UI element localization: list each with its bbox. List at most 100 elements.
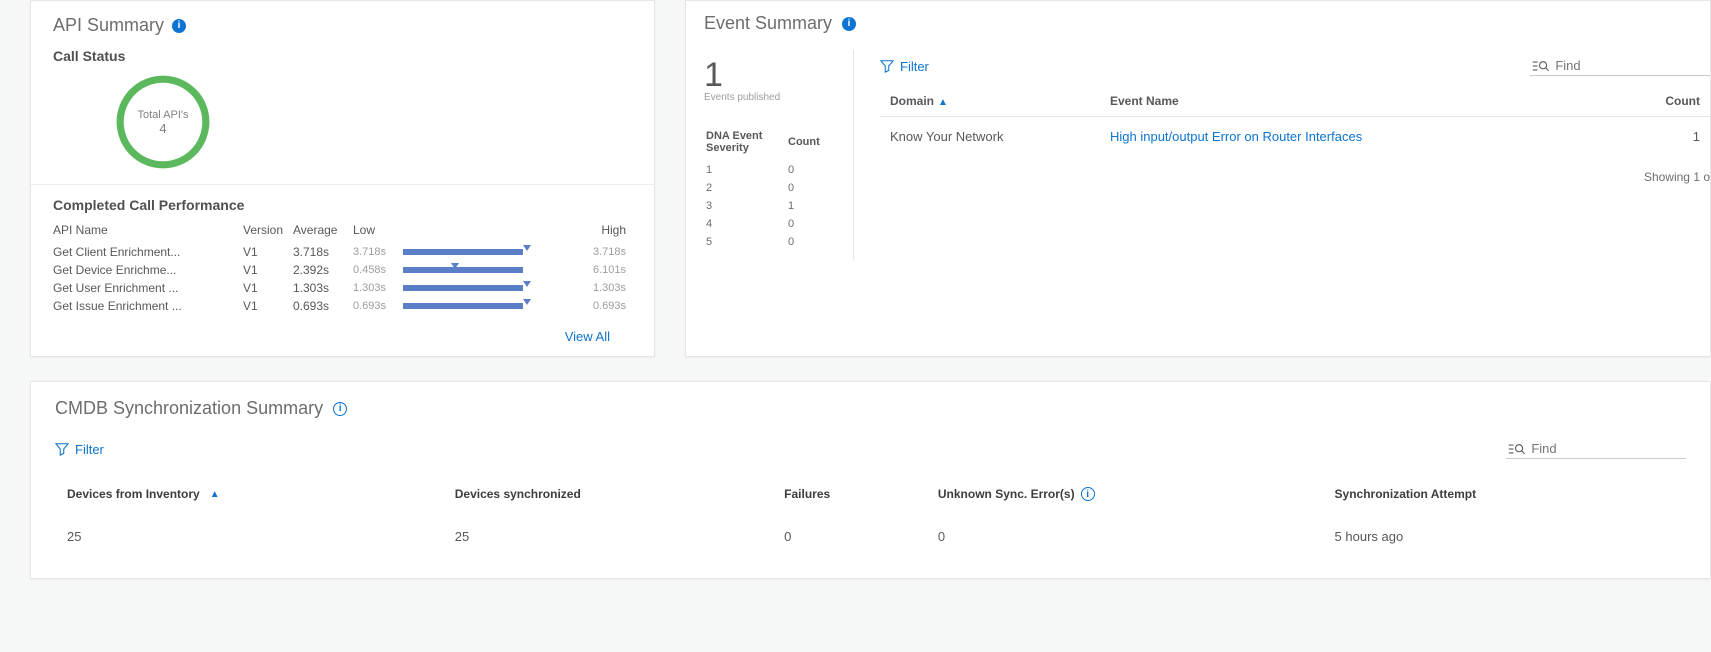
th-count[interactable]: Count: [1640, 86, 1710, 117]
events-published-count: 1: [704, 58, 841, 92]
info-icon[interactable]: i: [842, 17, 856, 31]
table-row: 50: [706, 234, 839, 250]
cell-api-name: Get Issue Enrichment ...: [53, 297, 243, 315]
cell-average: 1.303s: [293, 279, 353, 297]
donut-label: Total API's: [137, 109, 188, 121]
cell-sev-count: 1: [788, 198, 839, 214]
cell-range-bar: [403, 297, 533, 315]
th-version[interactable]: Version: [243, 221, 293, 243]
cell-version: V1: [243, 243, 293, 261]
filter-label: Filter: [75, 442, 104, 457]
filter-label: Filter: [900, 59, 929, 74]
cell-count: 1: [1640, 117, 1710, 157]
find-list-icon: [1532, 59, 1549, 73]
cmdb-title: CMDB Synchronization Summary: [55, 398, 323, 419]
cell-unknown: 0: [926, 511, 1323, 548]
cmdb-table: Devices from Inventory▲ Devices synchron…: [55, 477, 1686, 548]
cell-inventory: 25: [55, 511, 443, 548]
cell-low: 0.458s: [353, 261, 403, 279]
cell-average: 3.718s: [293, 243, 353, 261]
cell-severity: 3: [706, 198, 786, 214]
table-row: 31: [706, 198, 839, 214]
event-summary-card: Event Summary i 1 Events published DNA E…: [685, 0, 1711, 357]
th-failures[interactable]: Failures: [772, 477, 926, 511]
cell-synced: 25: [443, 511, 772, 548]
cell-event-name: High input/output Error on Router Interf…: [1100, 117, 1640, 157]
th-high[interactable]: High: [533, 221, 632, 243]
sort-asc-icon: ▲: [210, 489, 220, 500]
cell-range-bar: [403, 243, 533, 261]
cell-api-name: Get User Enrichment ...: [53, 279, 243, 297]
info-icon[interactable]: i: [1081, 487, 1095, 501]
cell-sev-count: 0: [788, 216, 839, 232]
cell-domain: Know Your Network: [880, 117, 1100, 157]
cell-high: 6.101s: [533, 261, 632, 279]
cell-version: V1: [243, 279, 293, 297]
cell-sev-count: 0: [788, 234, 839, 250]
cell-severity: 2: [706, 180, 786, 196]
cell-average: 0.693s: [293, 297, 353, 315]
event-link[interactable]: High input/output Error on Router Interf…: [1110, 129, 1362, 144]
info-icon[interactable]: i: [172, 19, 186, 33]
cell-range-bar: [403, 261, 533, 279]
events-published-label: Events published: [704, 92, 841, 104]
table-row: 40: [706, 216, 839, 232]
th-event-name[interactable]: Event Name: [1100, 86, 1640, 117]
cell-api-name: Get Device Enrichme...: [53, 261, 243, 279]
view-all-link[interactable]: View All: [565, 329, 610, 344]
cell-range-bar: [403, 279, 533, 297]
table-row: Get User Enrichment ...V11.303s1.303s1.3…: [53, 279, 632, 297]
event-summary-title: Event Summary: [704, 13, 832, 34]
donut-value: 4: [159, 121, 166, 136]
cell-api-name: Get Client Enrichment...: [53, 243, 243, 261]
cmdb-find-box[interactable]: [1506, 439, 1686, 459]
info-icon[interactable]: i: [333, 402, 347, 416]
table-row: Get Issue Enrichment ...V10.693s0.693s0.…: [53, 297, 632, 315]
cmdb-filter-button[interactable]: Filter: [55, 442, 104, 457]
cell-severity: 5: [706, 234, 786, 250]
th-domain[interactable]: Domain▲: [880, 86, 1100, 117]
event-paging-text: Showing 1 o: [880, 156, 1710, 184]
th-unknown-errors[interactable]: Unknown Sync. Error(s)i: [926, 477, 1323, 511]
event-table: Domain▲ Event Name Count Know Your Netwo…: [880, 86, 1710, 156]
cell-high: 3.718s: [533, 243, 632, 261]
cmdb-summary-card: CMDB Synchronization Summary i Filter De…: [30, 381, 1711, 579]
event-find-box[interactable]: [1530, 56, 1710, 76]
cell-sev-count: 0: [788, 180, 839, 196]
th-sync-attempt[interactable]: Synchronization Attempt: [1323, 477, 1686, 511]
cell-sev-count: 0: [788, 162, 839, 178]
cmdb-find-input[interactable]: [1531, 441, 1684, 456]
api-summary-card: API Summary i Call Status Total API's 4 …: [30, 0, 655, 357]
th-average[interactable]: Average: [293, 221, 353, 243]
table-row: Get Client Enrichment...V13.718s3.718s3.…: [53, 243, 632, 261]
th-devices-synced[interactable]: Devices synchronized: [443, 477, 772, 511]
cell-low: 0.693s: [353, 297, 403, 315]
cell-low: 1.303s: [353, 279, 403, 297]
th-devices-inventory[interactable]: Devices from Inventory▲: [55, 477, 443, 511]
cell-version: V1: [243, 297, 293, 315]
th-low[interactable]: Low: [353, 221, 403, 243]
cell-low: 3.718s: [353, 243, 403, 261]
perf-table: API Name Version Average Low High Get Cl…: [53, 221, 632, 315]
th-api-name[interactable]: API Name: [53, 221, 243, 243]
cell-severity: 1: [706, 162, 786, 178]
cell-average: 2.392s: [293, 261, 353, 279]
event-filter-button[interactable]: Filter: [880, 59, 929, 74]
th-sev-count: Count: [788, 128, 839, 160]
sort-asc-icon: ▲: [938, 97, 948, 108]
cell-failures: 0: [772, 511, 926, 548]
th-severity: DNA Event Severity: [706, 128, 786, 160]
table-row: Get Device Enrichme...V12.392s0.458s6.10…: [53, 261, 632, 279]
severity-table: DNA Event Severity Count 1020314050: [704, 126, 841, 252]
find-list-icon: [1508, 442, 1525, 456]
event-find-input[interactable]: [1555, 58, 1708, 73]
table-row: 20: [706, 180, 839, 196]
api-donut-chart: Total API's 4: [113, 72, 213, 172]
filter-icon: [880, 59, 894, 73]
table-row: Know Your Network High input/output Error…: [880, 117, 1710, 157]
api-summary-title: API Summary: [53, 15, 164, 36]
cell-severity: 4: [706, 216, 786, 232]
table-row: 25 25 0 0 5 hours ago: [55, 511, 1686, 548]
perf-title: Completed Call Performance: [53, 197, 632, 213]
filter-icon: [55, 442, 69, 456]
